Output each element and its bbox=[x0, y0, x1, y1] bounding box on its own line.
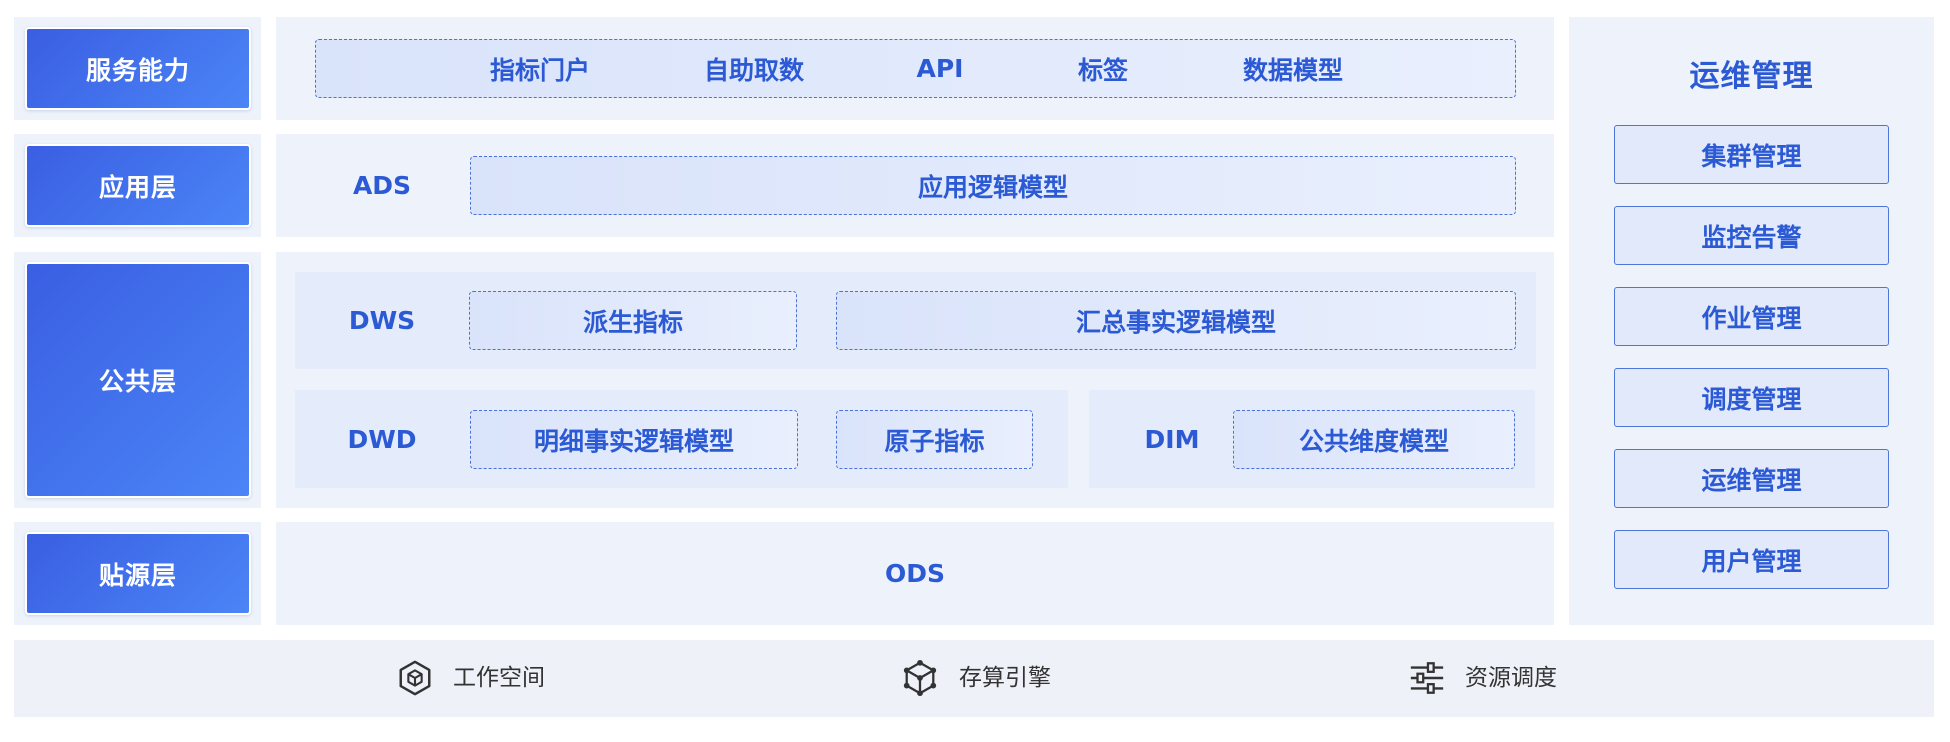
ops-item-job-management: 作业管理 bbox=[1614, 287, 1889, 346]
dws-panel: DWS 派生指标 汇总事实逻辑模型 bbox=[295, 272, 1536, 369]
ops-title: 运维管理 bbox=[1689, 59, 1814, 94]
ops-item-cluster-management: 集群管理 bbox=[1614, 125, 1889, 184]
hexagon-cube-icon bbox=[396, 658, 434, 698]
detail-fact-model-box: 明细事实逻辑模型 bbox=[470, 410, 798, 469]
service-item-metric-portal: 指标门户 bbox=[489, 55, 591, 85]
ops-panel: 运维管理 集群管理 监控告警 作业管理 调度管理 运维管理 用户管理 bbox=[1569, 17, 1934, 625]
dim-tag: DIM bbox=[1144, 424, 1200, 454]
layer-cell-application: 应用层 bbox=[14, 134, 261, 237]
ops-item-monitoring-alerts: 监控告警 bbox=[1614, 206, 1889, 265]
layer-label-source: 贴源层 bbox=[25, 532, 251, 615]
workspace-label: 工作空间 bbox=[453, 665, 545, 691]
service-item-api: API bbox=[916, 54, 964, 83]
storage-compute-engine-label: 存算引擎 bbox=[959, 665, 1051, 691]
dws-tag: DWS bbox=[348, 306, 416, 335]
ads-tag: ADS bbox=[352, 171, 412, 200]
layer-label-common: 公共层 bbox=[25, 262, 251, 498]
atomic-metrics-box: 原子指标 bbox=[836, 410, 1033, 469]
summary-fact-model-box: 汇总事实逻辑模型 bbox=[836, 291, 1516, 350]
infrastructure-bar: 工作空间 存算引擎 资源调度 bbox=[14, 640, 1934, 717]
application-row: ADS 应用逻辑模型 bbox=[276, 134, 1554, 237]
layer-label-application: 应用层 bbox=[25, 144, 251, 227]
derived-metrics-box: 派生指标 bbox=[469, 291, 797, 350]
common-row: DWS 派生指标 汇总事实逻辑模型 DWD 明细事实逻辑模型 原子指标 DIM … bbox=[276, 252, 1554, 508]
service-row: 指标门户 自助取数 API 标签 数据模型 bbox=[276, 17, 1554, 120]
layer-label-service: 服务能力 bbox=[25, 27, 251, 110]
dim-panel: DIM 公共维度模型 bbox=[1089, 390, 1535, 488]
dwd-tag: DWD bbox=[347, 424, 417, 454]
sliders-icon bbox=[1408, 658, 1446, 698]
dwd-panel: DWD 明细事实逻辑模型 原子指标 bbox=[295, 390, 1068, 488]
service-item-tags: 标签 bbox=[1077, 55, 1129, 85]
application-logic-model-box: 应用逻辑模型 bbox=[470, 156, 1516, 215]
source-row: ODS bbox=[276, 522, 1554, 625]
service-item-self-service-query: 自助取数 bbox=[703, 55, 805, 85]
dimension-model-box: 公共维度模型 bbox=[1233, 410, 1515, 469]
layer-cell-source: 贴源层 bbox=[14, 522, 261, 625]
layer-cell-service: 服务能力 bbox=[14, 17, 261, 120]
ops-item-operations-management: 运维管理 bbox=[1614, 449, 1889, 508]
ops-item-user-management: 用户管理 bbox=[1614, 530, 1889, 589]
network-cube-icon bbox=[901, 658, 939, 698]
resource-scheduling-label: 资源调度 bbox=[1465, 665, 1557, 691]
service-capabilities-box: 指标门户 自助取数 API 标签 数据模型 bbox=[315, 39, 1516, 98]
ods-tag: ODS bbox=[884, 559, 945, 588]
ops-item-scheduling-management: 调度管理 bbox=[1614, 368, 1889, 427]
layer-cell-common: 公共层 bbox=[14, 252, 261, 508]
service-item-data-model: 数据模型 bbox=[1242, 55, 1344, 85]
